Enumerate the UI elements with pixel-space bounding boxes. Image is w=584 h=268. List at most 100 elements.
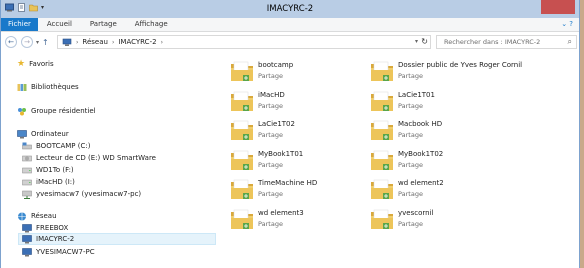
share-item[interactable]: TimeMachine HD Partage	[229, 176, 369, 202]
network-computer-icon	[22, 234, 32, 243]
shared-folder-icon	[371, 179, 393, 199]
shared-folder-icon	[231, 91, 253, 111]
search-icon[interactable]: ⌕	[568, 36, 572, 48]
background-strip	[580, 0, 584, 268]
system-drive-icon	[22, 142, 32, 149]
share-item[interactable]: yvescornil Partage	[369, 206, 509, 232]
share-name: MyBook1T01	[258, 149, 304, 158]
share-type: Partage	[258, 101, 283, 110]
share-name: Macbook HD	[398, 120, 443, 128]
close-button[interactable]	[541, 0, 575, 14]
share-item[interactable]: Dossier public de Yves Roger Cornil Parta…	[369, 58, 522, 84]
breadcrumb-separator-icon[interactable]: ›	[112, 39, 114, 46]
star-icon: ★	[17, 59, 26, 69]
share-name: yvescornil	[398, 208, 434, 217]
library-icon	[17, 83, 27, 91]
tab-share[interactable]: Partage	[81, 18, 126, 31]
recent-locations-icon[interactable]: ▾	[36, 39, 39, 46]
share-type: Partage	[398, 131, 423, 139]
tab-home[interactable]: Accueil	[38, 18, 81, 31]
tab-view[interactable]: Affichage	[126, 18, 177, 31]
address-bar[interactable]: › Réseau › IMACYRC-2 › ▾ ↻	[57, 35, 431, 49]
search-placeholder: Rechercher dans : IMACYRC-2	[444, 38, 541, 46]
nav-imacyrc-2[interactable]: IMACYRC-2	[18, 233, 216, 245]
share-type: Partage	[398, 219, 423, 228]
breadcrumb-computer[interactable]: IMACYRC-2	[118, 38, 156, 46]
share-item[interactable]: MyBook1T02 Partage	[369, 147, 509, 173]
share-item[interactable]: Macbook HD Partage	[369, 117, 509, 143]
maximize-button[interactable]	[521, 0, 541, 14]
share-type: Partage	[398, 101, 423, 110]
nav-computer[interactable]: Ordinateur	[17, 128, 69, 140]
nav-drive-f[interactable]: WD1To (F:)	[22, 164, 74, 176]
breadcrumb-network[interactable]: Réseau	[82, 38, 108, 46]
network-computer-icon	[22, 247, 32, 256]
window-controls	[501, 0, 575, 14]
nav-label: Lecteur de CD (E:) WD SmartWare	[36, 154, 156, 162]
share-type: Partage	[398, 72, 423, 80]
nav-drive-i[interactable]: iMacHD (I:)	[22, 176, 75, 188]
back-button[interactable]: ←	[5, 36, 17, 48]
nav-label: iMacHD (I:)	[36, 178, 75, 186]
explorer-window: ▾ IMACYRC-2 Fichier Accueil Partage Affi…	[0, 0, 580, 268]
nav-label: Favoris	[29, 60, 54, 68]
tab-file[interactable]: Fichier	[1, 18, 38, 31]
nav-libraries[interactable]: Bibliothèques	[17, 81, 79, 93]
search-input[interactable]: Rechercher dans : IMACYRC-2 ⌕	[436, 35, 577, 49]
share-item[interactable]: LaCie1T02 Partage	[229, 117, 369, 143]
nav-yvesimacw7-pc[interactable]: YVESIMACW7-PC	[22, 246, 95, 258]
nav-homegroup[interactable]: Groupe résidentiel	[17, 105, 96, 117]
network-computer-icon	[22, 223, 32, 232]
share-name: bootcamp	[258, 61, 294, 69]
nav-label: FREEBOX	[36, 224, 69, 232]
shared-folder-icon	[371, 209, 393, 229]
minimize-button[interactable]	[501, 0, 521, 14]
share-item[interactable]: MyBook1T01 Partage	[229, 147, 369, 173]
breadcrumb-separator-icon[interactable]: ›	[161, 39, 163, 46]
share-item[interactable]: iMacHD Partage	[229, 88, 369, 114]
nav-label: Bibliothèques	[31, 83, 79, 91]
network-location-icon	[62, 38, 72, 46]
share-name: wd element2	[398, 179, 444, 187]
shared-folder-icon	[231, 150, 253, 170]
up-button[interactable]: ↑	[42, 38, 49, 47]
share-item[interactable]: bootcamp Partage	[229, 58, 369, 84]
address-dropdown-icon[interactable]: ▾	[415, 38, 418, 45]
share-name: iMacHD	[258, 90, 285, 99]
share-item[interactable]: LaCie1T01 Partage	[369, 88, 509, 114]
nav-label: IMACYRC-2	[36, 235, 75, 243]
share-type: Partage	[258, 190, 283, 198]
shared-folder-icon	[231, 179, 253, 199]
shared-folder-icon	[231, 61, 253, 81]
nav-label: YVESIMACW7-PC	[36, 248, 95, 256]
shared-folder-icon	[371, 120, 393, 140]
share-item[interactable]: wd element2 Partage	[369, 176, 509, 202]
nav-network[interactable]: Réseau	[17, 210, 57, 222]
share-type: Partage	[258, 72, 283, 80]
shared-folder-icon	[371, 61, 393, 81]
title-bar: ▾ IMACYRC-2	[1, 0, 579, 18]
network-drive-icon	[22, 190, 32, 199]
share-item[interactable]: wd element3 Partage	[229, 206, 369, 232]
share-type: Partage	[258, 219, 283, 228]
breadcrumb-separator-icon[interactable]: ›	[76, 39, 78, 46]
share-type: Partage	[398, 160, 423, 169]
share-name: Dossier public de Yves Roger Cornil	[398, 61, 523, 69]
share-type: Partage	[258, 160, 283, 169]
refresh-icon[interactable]: ↻	[421, 37, 428, 46]
nav-label: Groupe résidentiel	[31, 107, 96, 115]
ribbon-expand-icon[interactable]: ⌄ ?	[561, 18, 579, 31]
share-name: TimeMachine HD	[258, 179, 318, 187]
nav-favorites[interactable]: ★ Favoris	[17, 58, 54, 70]
nav-label: Ordinateur	[31, 130, 69, 138]
nav-homegroup-pc[interactable]: yvesimacw7 (yvesimacw7-pc)	[22, 188, 141, 200]
nav-drive-e[interactable]: Lecteur de CD (E:) WD SmartWare	[22, 152, 156, 164]
nav-label: yvesimacw7 (yvesimacw7-pc)	[36, 190, 142, 198]
share-name: LaCie1T02	[258, 120, 295, 128]
forward-button[interactable]: →	[21, 36, 33, 48]
share-type: Partage	[398, 190, 423, 198]
nav-drive-c[interactable]: BOOTCAMP (C:)	[22, 140, 90, 152]
shared-folder-icon	[231, 120, 253, 140]
shared-folder-icon	[231, 209, 253, 229]
nav-label: BOOTCAMP (C:)	[36, 142, 91, 150]
